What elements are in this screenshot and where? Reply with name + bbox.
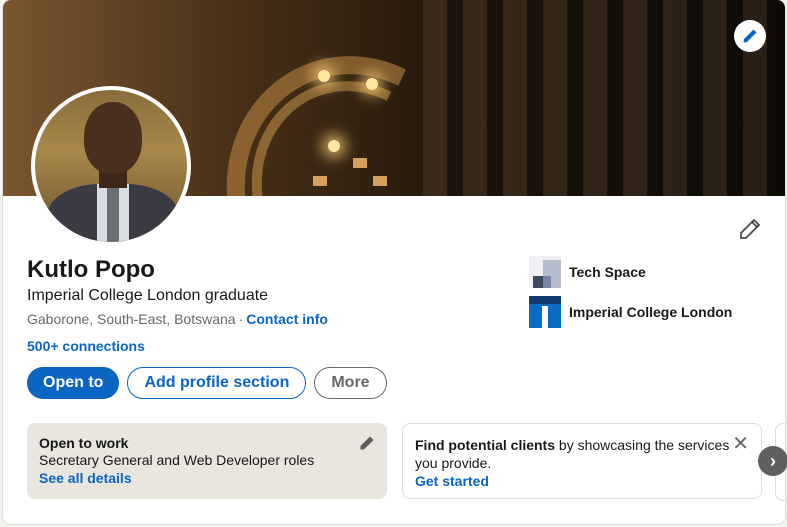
- pencil-icon: [740, 218, 761, 239]
- pencil-icon: [743, 29, 757, 43]
- profile-actions: Open to Add profile section More: [27, 367, 387, 399]
- add-profile-section-button[interactable]: Add profile section: [127, 367, 307, 399]
- tech-space-logo-icon: [529, 256, 561, 288]
- contact-info-link[interactable]: Contact info: [246, 311, 328, 327]
- see-all-details-link[interactable]: See all details: [39, 469, 375, 487]
- profile-location: Gaborone, South-East, Botswana: [27, 311, 236, 327]
- cover-window: [373, 176, 387, 186]
- edit-intro-button[interactable]: [736, 215, 764, 243]
- get-started-link[interactable]: Get started: [415, 472, 749, 490]
- cover-lamp: [328, 140, 340, 152]
- edit-open-to-work-button[interactable]: [359, 435, 375, 456]
- cover-window: [313, 176, 327, 186]
- companies-list: Tech Space Imperial College London: [529, 256, 732, 336]
- open-to-work-card[interactable]: Open to work Secretary General and Web D…: [27, 423, 387, 499]
- connections-link[interactable]: 500+ connections: [27, 338, 145, 354]
- open-to-work-title: Open to work: [39, 435, 129, 451]
- company-item-imperial[interactable]: Imperial College London: [529, 296, 732, 328]
- profile-name: Kutlo Popo: [27, 256, 155, 283]
- profile-card: Kutlo Popo Imperial College London gradu…: [3, 0, 785, 524]
- more-button[interactable]: More: [314, 367, 387, 399]
- avatar-head: [84, 102, 142, 174]
- open-to-button[interactable]: Open to: [27, 367, 120, 399]
- edit-cover-button[interactable]: [734, 20, 766, 52]
- avatar[interactable]: [31, 86, 191, 246]
- imperial-college-logo-icon: [529, 296, 561, 328]
- connections-line: 500+ connections: [27, 338, 145, 354]
- find-clients-card: Find potential clients by showcasing the…: [402, 423, 762, 499]
- company-name: Imperial College London: [569, 304, 733, 320]
- company-name: Tech Space: [569, 264, 646, 280]
- company-item-tech-space[interactable]: Tech Space: [529, 256, 732, 288]
- avatar-tie: [107, 188, 119, 242]
- find-clients-text: Find potential clients by showcasing the…: [415, 436, 749, 472]
- cover-window: [353, 158, 367, 168]
- cover-lamp: [318, 70, 330, 82]
- separator: ·: [238, 311, 244, 327]
- profile-location-line: Gaborone, South-East, Botswana · Contact i…: [27, 311, 328, 327]
- open-to-work-roles: Secretary General and Web Developer role…: [39, 452, 315, 468]
- carousel-next-button[interactable]: ›: [758, 446, 787, 476]
- profile-headline: Imperial College London graduate: [27, 287, 269, 304]
- close-icon[interactable]: ✕: [732, 434, 749, 454]
- pencil-icon: [360, 436, 374, 450]
- find-clients-title: Find potential clients: [415, 437, 556, 453]
- cover-lamp: [366, 78, 378, 90]
